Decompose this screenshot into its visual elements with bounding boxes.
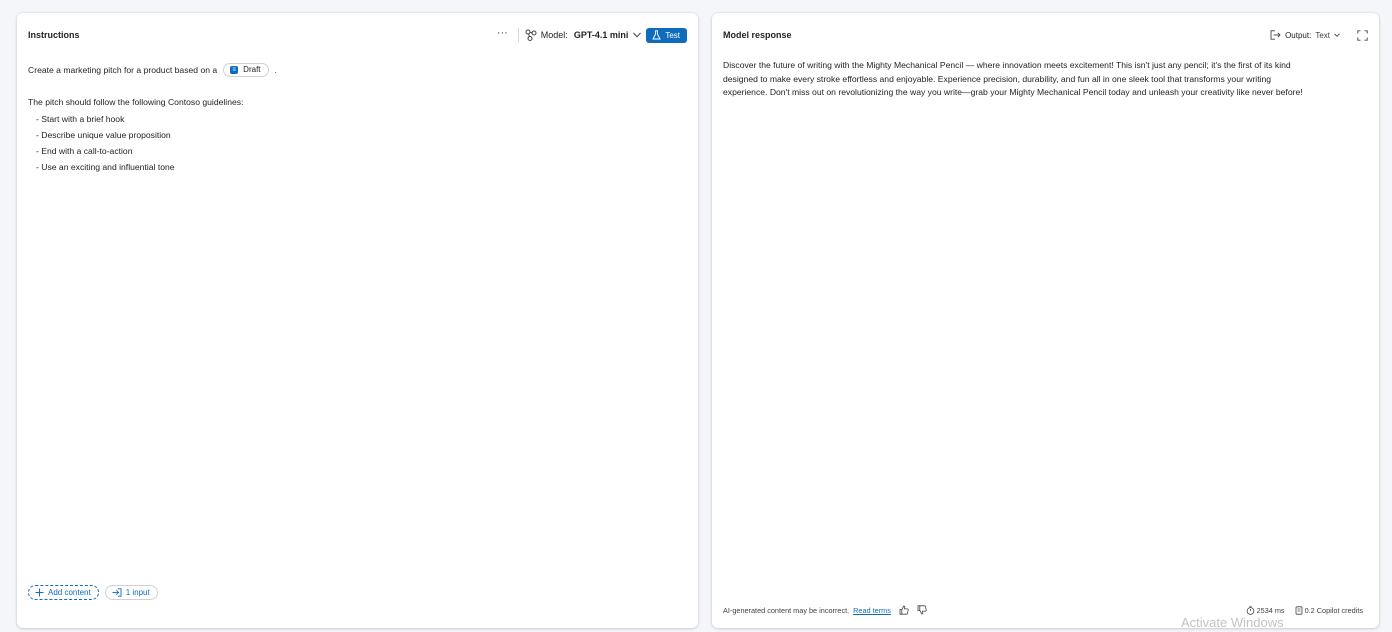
credits-value: 0.2 Copilot credits <box>1304 605 1363 615</box>
draft-chip-label: Draft <box>243 65 261 74</box>
activate-windows-watermark: Activate Windows <box>1181 615 1284 630</box>
add-content-button[interactable]: Add content <box>28 585 99 600</box>
instructions-editor[interactable]: Create a marketing pitch for a product b… <box>28 62 687 175</box>
read-terms-link[interactable]: Read terms <box>853 606 891 615</box>
add-icon <box>35 588 44 597</box>
toolbar-divider <box>517 28 519 42</box>
output-value: Text <box>1315 30 1330 40</box>
instructions-panel: Instructions ··· Model: GPT-4.1 mini Tes… <box>17 13 698 628</box>
response-toolbar: Output: Text <box>1270 29 1368 41</box>
instructions-footer: Add content 1 input <box>28 585 158 600</box>
guideline-item: - Start with a brief hook <box>36 113 125 124</box>
prompt-suffix: . <box>274 65 277 75</box>
expand-icon[interactable] <box>1357 29 1368 41</box>
response-line: designed to make every stroke effortless… <box>723 73 1272 84</box>
inputs-button-label: 1 input <box>125 588 150 597</box>
draft-input-chip[interactable]: ≡ Draft <box>223 63 269 78</box>
instructions-toolbar: ··· Model: GPT-4.1 mini Test <box>497 27 687 43</box>
ai-disclaimer: AI-generated content may be incorrect. <box>723 605 850 615</box>
response-metrics: 2534 ms 0.2 Copilot credits <box>1236 606 1363 615</box>
input-icon <box>112 588 122 597</box>
add-content-label: Add content <box>48 588 91 597</box>
latency-value: 2534 ms <box>1256 605 1285 615</box>
response-header: Model response Output: Text <box>723 24 1368 46</box>
credits-metric: 0.2 Copilot credits <box>1295 606 1363 615</box>
chevron-down-icon <box>1334 33 1340 37</box>
more-options-button[interactable]: ··· <box>497 28 508 42</box>
output-format-selector[interactable]: Output: Text <box>1270 30 1345 40</box>
chevron-down-icon <box>633 32 642 38</box>
instructions-title: Instructions <box>28 30 80 40</box>
flask-icon <box>652 30 662 40</box>
response-line: Discover the future of writing with the … <box>723 60 1291 70</box>
model-icon <box>525 29 537 41</box>
model-label: Model: <box>540 30 568 40</box>
thumbs-up-icon[interactable] <box>899 605 909 615</box>
response-title: Model response <box>723 30 792 40</box>
latency-metric: 2534 ms <box>1246 606 1285 615</box>
model-value: GPT-4.1 mini <box>573 30 629 40</box>
guideline-item: - Use an exciting and influential tone <box>36 162 175 173</box>
timer-icon <box>1246 605 1254 615</box>
prompt-line: Create a marketing pitch for a product b… <box>28 62 687 78</box>
thumbs-down-icon[interactable] <box>917 605 927 615</box>
inputs-button[interactable]: 1 input <box>104 585 158 600</box>
model-selector[interactable]: Model: GPT-4.1 mini <box>525 29 647 41</box>
guidelines-intro: The pitch should follow the following Co… <box>28 97 244 108</box>
draft-file-icon: ≡ <box>230 66 239 75</box>
instructions-header: Instructions ··· Model: GPT-4.1 mini Tes… <box>28 24 687 46</box>
response-text: Discover the future of writing with the … <box>723 59 1367 100</box>
guideline-item: - End with a call-to-action <box>36 145 133 156</box>
response-line: experience. Don't miss out on revolution… <box>723 87 1303 97</box>
credits-icon <box>1295 605 1302 615</box>
output-icon <box>1270 30 1281 40</box>
output-label: Output: <box>1285 30 1312 40</box>
test-button[interactable]: Test <box>646 27 687 43</box>
model-response-panel: Model response Output: Text Discover the… <box>712 13 1379 628</box>
test-button-label: Test <box>665 30 680 40</box>
prompt-prefix: Create a marketing pitch for a product b… <box>28 65 218 75</box>
guideline-item: - Describe unique value proposition <box>36 129 171 140</box>
